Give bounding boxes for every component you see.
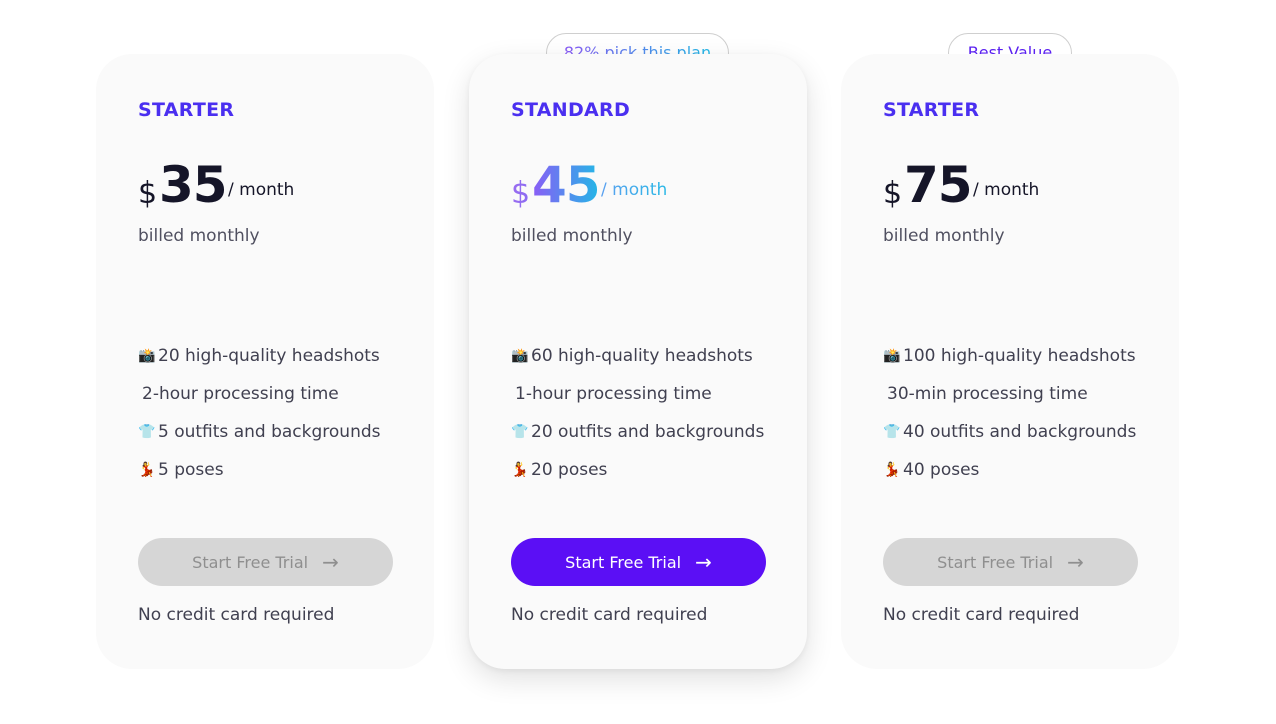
- button-label: Start Free Trial: [937, 552, 1054, 572]
- arrow-right-icon: →: [1067, 550, 1084, 574]
- feature-text: 20 poses: [531, 460, 608, 480]
- shirt-icon: 👕: [883, 424, 901, 440]
- feature-item: 💃 20 poses: [511, 460, 764, 498]
- shirt-icon: 👕: [138, 424, 156, 440]
- start-free-trial-button[interactable]: Start Free Trial →: [138, 538, 393, 586]
- price-amount: 45: [532, 156, 601, 214]
- feature-text: 40 poses: [903, 460, 980, 480]
- feature-item: 2-hour processing time: [138, 384, 381, 422]
- price-amount: 75: [904, 156, 973, 214]
- feature-list: 📸 20 high-quality headshots 2-hour proces…: [138, 346, 381, 498]
- currency-symbol: $: [511, 176, 531, 211]
- feature-list: 📸 60 high-quality headshots 1-hour proces…: [511, 346, 764, 498]
- button-label: Start Free Trial: [192, 552, 309, 572]
- feature-text: 100 high-quality headshots: [903, 346, 1136, 366]
- no-credit-card-note: No credit card required: [138, 605, 335, 625]
- feature-item: 📸 100 high-quality headshots: [883, 346, 1136, 384]
- feature-list: 📸 100 high-quality headshots 30-min proce…: [883, 346, 1136, 498]
- billing-frequency: billed monthly: [138, 226, 260, 246]
- currency-symbol: $: [138, 176, 158, 211]
- feature-text: 5 outfits and backgrounds: [158, 422, 381, 442]
- feature-text: 2-hour processing time: [142, 384, 339, 404]
- feature-item: 👕 40 outfits and backgrounds: [883, 422, 1136, 460]
- price-period: / month: [228, 180, 295, 200]
- feature-item: 💃 5 poses: [138, 460, 381, 498]
- no-credit-card-note: No credit card required: [511, 605, 708, 625]
- feature-item: 👕 20 outfits and backgrounds: [511, 422, 764, 460]
- feature-text: 20 high-quality headshots: [158, 346, 380, 366]
- feature-text: 1-hour processing time: [515, 384, 712, 404]
- start-free-trial-button[interactable]: Start Free Trial →: [883, 538, 1138, 586]
- plan-name: STARTER: [883, 99, 980, 121]
- feature-item: 📸 60 high-quality headshots: [511, 346, 764, 384]
- plan-name: STARTER: [138, 99, 235, 121]
- feature-item: 1-hour processing time: [511, 384, 764, 422]
- start-free-trial-button[interactable]: Start Free Trial →: [511, 538, 766, 586]
- plan-card-starter: STARTER $ 35 / month billed monthly 📸 20 …: [96, 54, 434, 669]
- camera-icon: 📸: [511, 348, 529, 364]
- feature-text: 60 high-quality headshots: [531, 346, 753, 366]
- feature-item: 💃 40 poses: [883, 460, 1136, 498]
- camera-icon: 📸: [138, 348, 156, 364]
- button-label: Start Free Trial: [565, 552, 682, 572]
- feature-item: 📸 20 high-quality headshots: [138, 346, 381, 384]
- price-amount: 35: [159, 156, 228, 214]
- feature-item: 👕 5 outfits and backgrounds: [138, 422, 381, 460]
- feature-text: 20 outfits and backgrounds: [531, 422, 765, 442]
- billing-frequency: billed monthly: [883, 226, 1005, 246]
- feature-text: 40 outfits and backgrounds: [903, 422, 1137, 442]
- shirt-icon: 👕: [511, 424, 529, 440]
- feature-text: 30-min processing time: [887, 384, 1088, 404]
- arrow-right-icon: →: [695, 550, 712, 574]
- dancer-icon: 💃: [138, 462, 156, 478]
- plan-card-standard: STANDARD $ 45 / month billed monthly 📸 60…: [469, 54, 807, 669]
- no-credit-card-note: No credit card required: [883, 605, 1080, 625]
- camera-icon: 📸: [883, 348, 901, 364]
- price-period: / month: [601, 180, 668, 200]
- plan-name: STANDARD: [511, 99, 631, 121]
- arrow-right-icon: →: [322, 550, 339, 574]
- dancer-icon: 💃: [511, 462, 529, 478]
- feature-text: 5 poses: [158, 460, 224, 480]
- currency-symbol: $: [883, 176, 903, 211]
- plan-card-premium: STARTER $ 75 / month billed monthly 📸 100…: [841, 54, 1179, 669]
- dancer-icon: 💃: [883, 462, 901, 478]
- price-period: / month: [973, 180, 1040, 200]
- billing-frequency: billed monthly: [511, 226, 633, 246]
- feature-item: 30-min processing time: [883, 384, 1136, 422]
